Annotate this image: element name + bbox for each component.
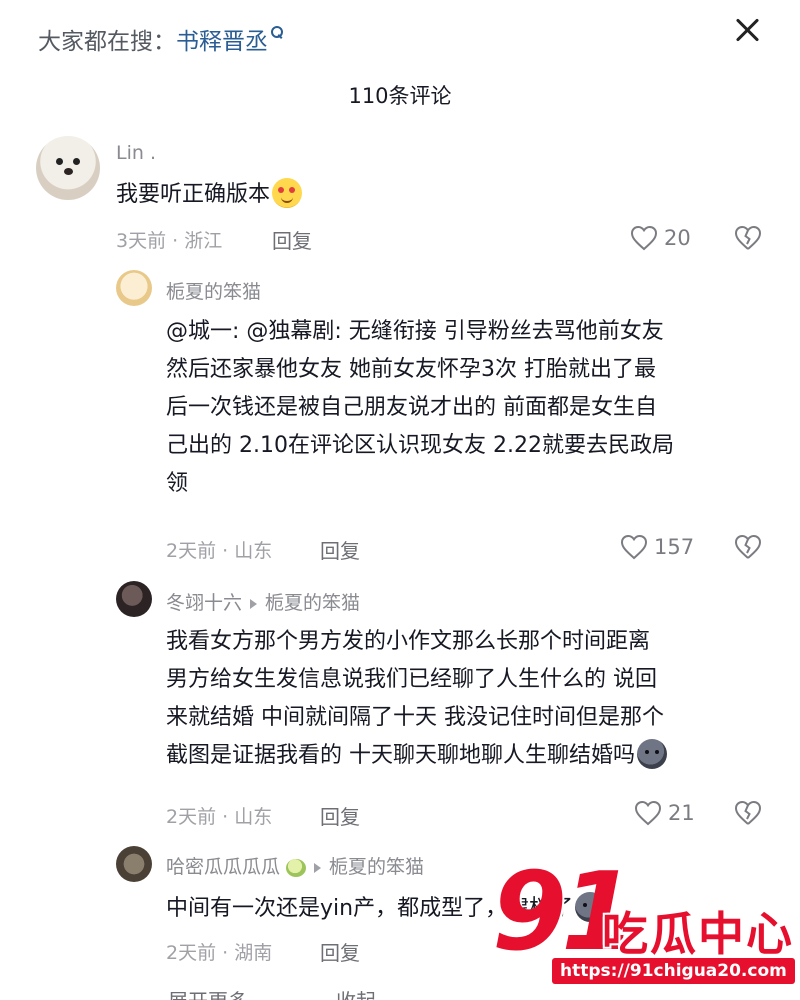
heart-eyes-emoji-icon bbox=[272, 178, 303, 208]
like-count: 20 bbox=[664, 226, 691, 250]
heart-icon bbox=[630, 225, 658, 251]
reply-to-username[interactable]: 栀夏的笨猫 bbox=[329, 856, 424, 878]
reply-to-username[interactable]: 栀夏的笨猫 bbox=[265, 592, 360, 614]
like-button[interactable]: 157 bbox=[620, 532, 694, 562]
comment-reply-header: 冬翊十六 栀夏的笨猫 bbox=[166, 588, 360, 615]
comment-text-line: 我看女方那个男方发的小作文那么长那个时间距离 bbox=[166, 629, 651, 654]
comment-text: 我要听正确版本 bbox=[116, 176, 303, 214]
dark-face-emoji-icon bbox=[637, 739, 667, 769]
comment-text: @城一: @独幕剧: 无缝衔接 引导粉丝去骂他前女友 然后还家暴他女友 她前女友… bbox=[166, 313, 674, 503]
comment-text-line: 领 bbox=[166, 471, 189, 496]
comment-username[interactable]: 冬翊十六 bbox=[166, 592, 242, 614]
comment-meta: 2天前 · 山东 bbox=[166, 806, 273, 828]
comment-text-line: 后一次钱还是被自己朋友说才出的 前面都是女生自 bbox=[166, 395, 657, 420]
avatar-eye bbox=[56, 158, 63, 165]
reply-button[interactable]: 回复 bbox=[272, 225, 312, 254]
comment-text: 我看女方那个男方发的小作文那么长那个时间距离 男方给女生发信息说我们已经聊了人生… bbox=[166, 623, 667, 775]
comment-text-content: 截图是证据我看的 十天聊天聊地聊人生聊结婚吗 bbox=[166, 743, 635, 768]
reply-button[interactable]: 回复 bbox=[320, 937, 360, 966]
expand-more-button[interactable]: 展开更多 bbox=[116, 985, 248, 1000]
comment-meta: 2天前 · 湖南 bbox=[166, 942, 273, 964]
comment-text-content: 中间有一次还是yin产，都成型了，建档了 bbox=[166, 896, 574, 921]
reply-arrow-icon bbox=[314, 862, 322, 873]
hot-search-prefix: 大家都在搜： bbox=[38, 29, 176, 55]
comment-text-content: 我要听正确版本 bbox=[116, 182, 271, 207]
comment-text-line: 截图是证据我看的 十天聊天聊地聊人生聊结婚吗 bbox=[166, 737, 667, 775]
watermark-url: https://91chigua20.com bbox=[552, 958, 795, 984]
close-icon[interactable] bbox=[730, 12, 766, 48]
comment-text: 中间有一次还是yin产，都成型了，建档了 bbox=[166, 890, 606, 928]
reply-arrow-icon bbox=[250, 598, 258, 609]
avatar[interactable] bbox=[116, 270, 152, 306]
comment-count-title: 110条评论 bbox=[348, 84, 452, 108]
like-button[interactable]: 21 bbox=[634, 798, 695, 828]
avatar[interactable] bbox=[116, 846, 152, 882]
watermark-name: 吃瓜中心 bbox=[602, 907, 794, 961]
heart-icon bbox=[620, 534, 648, 560]
comment-username[interactable]: 栀夏的笨猫 bbox=[166, 277, 261, 304]
comment-text-line: 然后还家暴他女友 她前女友怀孕3次 打胎就出了最 bbox=[166, 357, 656, 382]
hot-search-suggestion[interactable]: 大家都在搜：书释晋丞 bbox=[38, 22, 283, 56]
broken-heart-icon[interactable] bbox=[734, 534, 762, 560]
reply-button[interactable]: 回复 bbox=[320, 801, 360, 830]
comment-username[interactable]: Lin . bbox=[116, 142, 156, 164]
avatar[interactable] bbox=[36, 136, 100, 200]
hot-search-term[interactable]: 书释晋丞 bbox=[176, 29, 268, 55]
comment-username[interactable]: 哈密瓜瓜瓜瓜 bbox=[166, 856, 280, 878]
comment-reply-header: 哈密瓜瓜瓜瓜 栀夏的笨猫 bbox=[166, 852, 424, 879]
comment-meta: 3天前 · 浙江 bbox=[116, 230, 223, 252]
comment-text-line: 来就结婚 中间就间隔了十天 我没记住时间但是那个 bbox=[166, 705, 664, 730]
collapse-button[interactable]: 收起 bbox=[336, 985, 376, 1000]
broken-heart-icon[interactable] bbox=[734, 800, 762, 826]
like-button[interactable]: 20 bbox=[630, 223, 691, 253]
reply-button[interactable]: 回复 bbox=[320, 535, 360, 564]
like-count: 157 bbox=[654, 535, 695, 559]
dark-face-emoji-icon bbox=[575, 892, 606, 922]
expand-more-label: 展开更多 bbox=[168, 989, 248, 1000]
top-bar: 大家都在搜：书释晋丞 bbox=[0, 0, 800, 70]
avatar-eye bbox=[73, 158, 80, 165]
like-count: 21 bbox=[668, 801, 695, 825]
comment-text-line: 己出的 2.10在评论区认识现女友 2.22就要去民政局 bbox=[166, 433, 674, 458]
broken-heart-icon[interactable] bbox=[734, 225, 762, 251]
comment-text-line: 男方给女生发信息说我们已经聊了人生什么的 说回 bbox=[166, 667, 657, 692]
avatar[interactable] bbox=[116, 581, 152, 617]
comment-text-line: @城一: @独幕剧: 无缝衔接 引导粉丝去骂他前女友 bbox=[166, 319, 664, 344]
melon-icon bbox=[286, 858, 307, 877]
avatar-nose bbox=[64, 168, 73, 175]
search-icon bbox=[271, 26, 283, 40]
heart-icon bbox=[634, 800, 662, 826]
comment-meta: 2天前 · 山东 bbox=[166, 540, 273, 562]
